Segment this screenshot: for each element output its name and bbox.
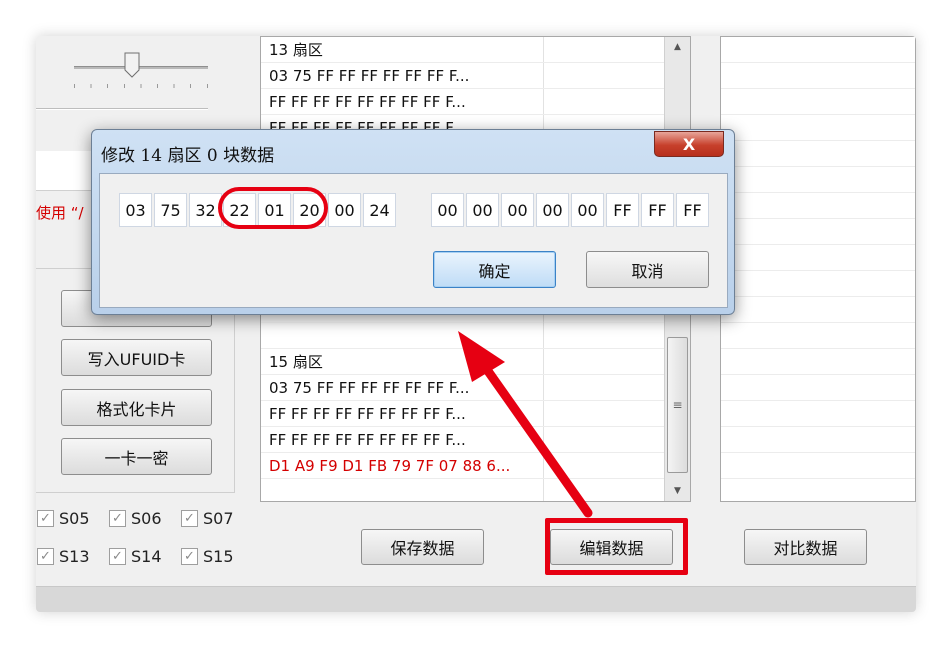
save-data-button[interactable]: 保存数据 [361,529,484,565]
checkmark-icon: ✓ [181,548,198,565]
byte-field[interactable]: FF [641,193,674,227]
byte-field[interactable]: 24 [363,193,396,227]
grid-row[interactable] [261,323,665,349]
slider-thumb[interactable] [124,52,140,78]
byte-field[interactable]: 75 [154,193,187,227]
byte-field[interactable]: 03 [119,193,152,227]
checkmark-icon: ✓ [181,510,198,527]
app-window: 使用 “/ 写入UFUID卡 格式化卡片 一卡一密 ✓ S05 ✓ S06 ✓ S07… [36,36,916,612]
scroll-thumb[interactable]: ≡ [667,337,688,473]
grid-row[interactable]: 15 扇区 [261,349,665,375]
close-icon[interactable]: X [654,131,724,157]
checkmark-icon: ✓ [37,510,54,527]
highlight-oval [218,187,328,229]
one-card-one-key-button[interactable]: 一卡一密 [61,438,212,475]
status-bar [36,586,916,612]
highlight-rect [545,518,688,575]
checkbox-s14[interactable]: ✓ S14 [109,547,162,566]
grid-row[interactable]: 03 75 FF FF FF FF FF FF F... [261,375,665,401]
compare-data-button[interactable]: 对比数据 [744,529,867,565]
grid-row[interactable]: D1 A9 F9 D1 FB 79 7F 07 88 6... [261,453,665,479]
scroll-up-icon[interactable]: ▲ [665,37,690,57]
checkbox-s15[interactable]: ✓ S15 [181,547,234,566]
edit-block-dialog: 修改 14 扇区 0 块数据 X 03 75 32 22 01 20 00 24 00 00 00 0… [91,129,735,315]
slider-track[interactable] [74,66,208,69]
dialog-title: 修改 14 扇区 0 块数据 [101,146,275,166]
slider-ticks [74,84,208,88]
format-card-button[interactable]: 格式化卡片 [61,389,212,426]
grid-row[interactable]: 03 75 FF FF FF FF FF FF F... [261,63,665,89]
checkmark-icon: ✓ [109,510,126,527]
grid-row[interactable]: FF FF FF FF FF FF FF FF F... [261,89,665,115]
compare-data-list[interactable] [720,36,916,502]
byte-field[interactable]: 00 [431,193,464,227]
checkbox-s07[interactable]: ✓ S07 [181,509,234,528]
byte-field[interactable]: 00 [536,193,569,227]
byte-field[interactable]: FF [606,193,639,227]
checkmark-icon: ✓ [37,548,54,565]
byte-field[interactable]: 00 [501,193,534,227]
byte-field[interactable]: 00 [466,193,499,227]
byte-field[interactable]: 00 [328,193,361,227]
checkbox-s06[interactable]: ✓ S06 [109,509,162,528]
separator [36,108,208,110]
grid-row[interactable]: FF FF FF FF FF FF FF FF F... [261,401,665,427]
cancel-button[interactable]: 取消 [586,251,709,288]
byte-field[interactable]: 32 [189,193,222,227]
checkmark-icon: ✓ [109,548,126,565]
grid-row[interactable]: 13 扇区 [261,37,665,63]
ok-button[interactable]: 确定 [433,251,556,288]
grid-row[interactable]: FF FF FF FF FF FF FF FF F... [261,427,665,453]
scroll-down-icon[interactable]: ▼ [665,481,690,501]
byte-field[interactable]: FF [676,193,709,227]
checkbox-s13[interactable]: ✓ S13 [37,547,90,566]
byte-field[interactable]: 00 [571,193,604,227]
write-ufuid-button[interactable]: 写入UFUID卡 [61,339,212,376]
dialog-body: 03 75 32 22 01 20 00 24 00 00 00 00 00 FF FF FF 确定 取消 [99,173,728,308]
usage-note: 使用 “/ [36,204,84,222]
checkbox-s05[interactable]: ✓ S05 [37,509,90,528]
